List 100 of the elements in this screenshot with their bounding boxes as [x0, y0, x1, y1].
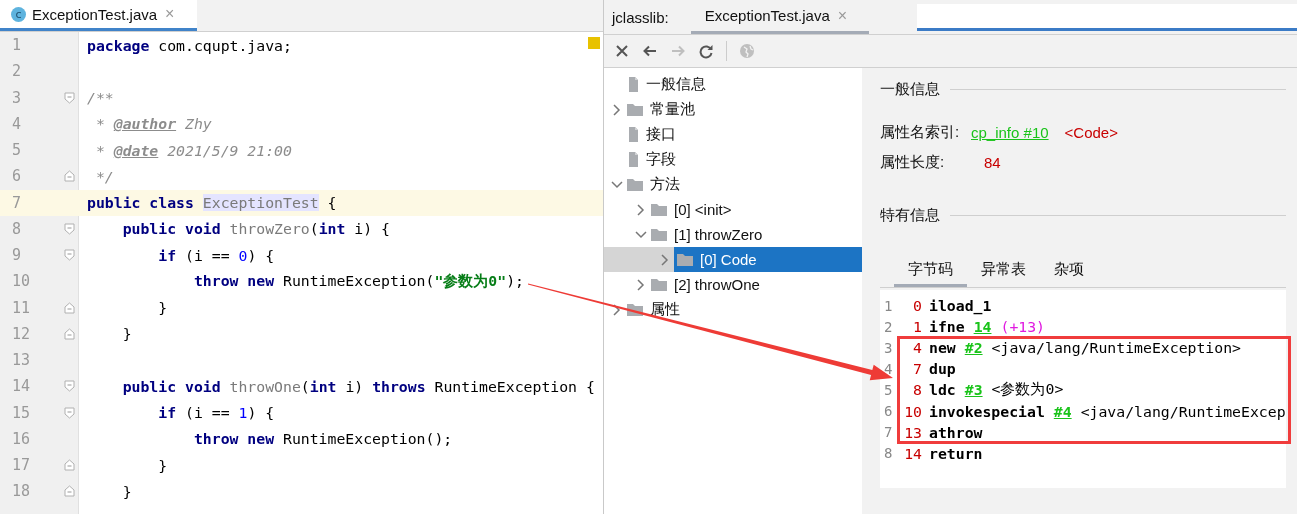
line-number: 18 — [11, 482, 32, 501]
line-number: 12 — [11, 324, 32, 343]
fold-icon[interactable] — [64, 459, 75, 472]
bytecode-offset: 4 — [912, 339, 922, 357]
file-icon — [626, 76, 640, 93]
fold-icon[interactable] — [64, 301, 75, 314]
line-number: 16 — [11, 429, 32, 448]
code-line: public void throwOne(int i) throws RuntimeException { — [121, 377, 595, 395]
bytecode-offset: 14 — [903, 444, 922, 462]
line-number: 8 — [11, 219, 23, 238]
field-value: 84 — [984, 153, 1001, 171]
expand-icon[interactable] — [611, 103, 623, 116]
warning-marker[interactable] — [588, 37, 600, 49]
tree-item[interactable]: [1] throwZero — [650, 222, 767, 247]
expand-icon[interactable] — [659, 253, 671, 266]
bytecode-offset: 13 — [903, 423, 922, 441]
bytecode-offset: 8 — [912, 381, 922, 399]
folder-icon — [676, 251, 694, 268]
bytecode-offset: 1 — [912, 318, 922, 336]
section-heading: 特有信息 — [880, 205, 940, 225]
folder-icon — [626, 101, 644, 118]
fold-icon[interactable] — [64, 485, 75, 498]
code-line: package com.cqupt.java; — [86, 36, 292, 54]
line-number: 7 — [11, 193, 23, 212]
code-line: } — [121, 325, 132, 343]
code-line: } — [157, 299, 168, 317]
bytecode-offset: 7 — [912, 360, 922, 378]
line-number: 3 — [11, 88, 23, 107]
field-label: 属性长度: — [880, 152, 946, 172]
tree-item[interactable]: 常量池 — [626, 97, 699, 122]
fold-icon[interactable] — [64, 380, 75, 393]
bytecode-offset: 10 — [903, 402, 922, 420]
expand-icon[interactable] — [611, 303, 623, 316]
tree-item[interactable]: [2] throwOne — [650, 272, 764, 297]
code-line: if (i == 1) { — [157, 404, 275, 422]
constant-comment: <java/lang/RuntimeExcep — [1080, 402, 1286, 420]
opcode: invokespecial — [929, 402, 1045, 420]
line-number: 5 — [883, 381, 894, 398]
tree-item[interactable]: [0] <init> — [650, 197, 736, 222]
fold-icon[interactable] — [64, 91, 75, 104]
folder-icon — [650, 226, 668, 243]
opcode: ldc — [929, 381, 956, 399]
tab[interactable]: 杂项 — [1040, 254, 1098, 287]
line-number: 14 — [11, 377, 32, 396]
line-number: 1 — [11, 36, 23, 55]
bytecode-offset: 0 — [912, 297, 922, 315]
code-line: throw new RuntimeException(); — [192, 430, 453, 448]
tab[interactable]: 异常表 — [967, 254, 1040, 287]
code-line: } — [157, 456, 168, 474]
opcode: ifne — [929, 318, 965, 336]
file-icon — [626, 151, 640, 168]
line-number: 15 — [11, 403, 32, 422]
code-line: * @date 2021/5/9 21:00 — [94, 141, 292, 159]
expand-icon[interactable] — [635, 203, 647, 216]
code-line: public class ExceptionTest { — [86, 194, 337, 212]
code-line: } — [121, 482, 132, 500]
fold-icon[interactable] — [64, 327, 75, 340]
collapse-icon[interactable] — [635, 228, 647, 241]
panel-label: jclasslib: — [610, 7, 670, 28]
line-number: 8 — [883, 445, 894, 462]
section-heading: 一般信息 — [880, 79, 940, 99]
close-icon[interactable] — [614, 43, 630, 59]
collapse-icon[interactable] — [611, 178, 623, 191]
fold-icon[interactable] — [64, 249, 75, 262]
line-number: 5 — [11, 141, 23, 160]
fold-icon[interactable] — [64, 222, 75, 235]
line-number: 13 — [11, 351, 32, 370]
line-number: 10 — [11, 272, 32, 291]
tree-item[interactable]: 方法 — [626, 172, 684, 197]
code-line: * @author Zhy — [94, 115, 212, 133]
fold-icon[interactable] — [64, 406, 75, 419]
file-tab[interactable]: ExceptionTest.java × — [690, 0, 869, 34]
class-icon: c — [11, 6, 26, 22]
code-line: if (i == 0) { — [157, 246, 275, 264]
constant-comment: <java/lang/RuntimeException> — [991, 339, 1241, 357]
opcode: new — [929, 339, 956, 357]
line-number: 3 — [883, 339, 894, 356]
file-tab[interactable]: c ExceptionTest.java × — [0, 0, 197, 31]
tree-item[interactable]: 一般信息 — [626, 72, 710, 97]
tree-item[interactable]: 字段 — [626, 147, 680, 172]
code-line: public void throwZero(int i) { — [121, 220, 390, 238]
line-number: 2 — [11, 62, 23, 81]
line-number: 6 — [883, 403, 894, 419]
code-line: throw new RuntimeException("参数为0"); — [192, 271, 524, 291]
fold-icon[interactable] — [64, 170, 75, 183]
expand-icon[interactable] — [635, 278, 647, 291]
folder-icon — [626, 176, 644, 193]
back-arrow-icon[interactable] — [642, 43, 658, 59]
tab[interactable]: 字节码 — [894, 254, 967, 287]
opcode: athrow — [929, 423, 983, 441]
field-label: 属性名索引: — [880, 122, 961, 142]
refresh-icon[interactable] — [698, 43, 714, 59]
code-line: /** — [86, 89, 114, 107]
tree-item[interactable]: [0] Code — [674, 247, 862, 272]
folder-icon — [650, 201, 668, 218]
line-number: 17 — [11, 456, 32, 475]
file-icon — [626, 126, 640, 143]
line-number: 9 — [11, 246, 23, 265]
field-value: <Code> — [1064, 123, 1118, 141]
tree-item[interactable]: 接口 — [626, 122, 680, 147]
